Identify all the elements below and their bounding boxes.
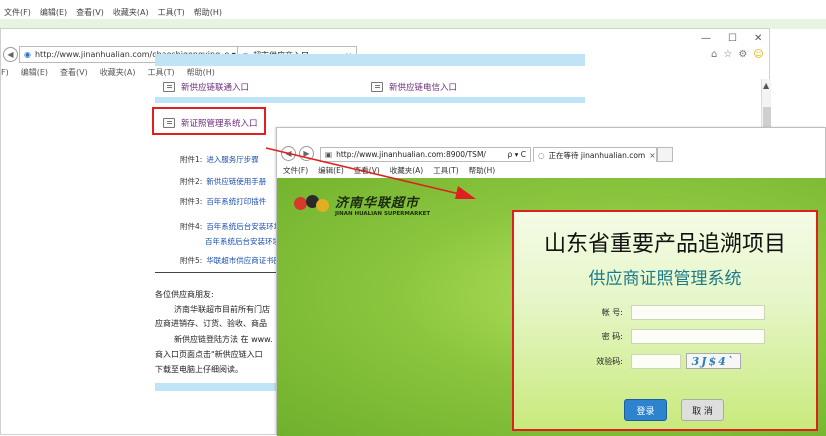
link-unicom-entry[interactable]: 新供应链联通入口 [163,81,249,93]
attachment-label: 附件5: [180,256,203,265]
scroll-up-icon[interactable]: ▲ [763,81,769,90]
login-button[interactable]: 登录 [624,399,667,421]
attachment-label: 附件1: [180,155,203,164]
notice-line: 商入口页面点击"新供应链入口 [155,350,263,359]
url-text: http://www.jinanhualian.com:8900/TSM/ [336,150,486,159]
star-icon[interactable]: ☆ [723,49,732,60]
forward-arrow-icon[interactable]: ▶ [299,146,314,161]
gear-icon[interactable]: ⚙ [738,49,747,60]
mascot-icon [292,193,330,217]
scrollbar-thumb[interactable] [763,107,771,127]
account-input[interactable] [631,305,765,320]
highlight-box-license-link [152,107,266,135]
system-subtitle: 供应商证照管理系统 [588,269,742,289]
toolbar-icons: ⌂ ☆ ⚙ ☺ [711,49,764,60]
menu-favorites[interactable]: 收藏夹(A) [113,7,149,18]
notice-greeting: 各位供应商朋友: [155,290,214,299]
attachment-row: 附件2: 新供应链使用手册 [180,176,266,187]
menu-file[interactable]: 文件(F) [4,7,31,18]
menu-view[interactable]: 查看(V) [60,67,88,78]
attachment-row: 附件1: 进入服务厅步骤 [180,154,259,165]
password-input[interactable] [631,329,765,344]
menu-file[interactable]: 文件(F) [283,165,308,176]
menu-bar: F) 编辑(E) 查看(V) 收藏夹(A) 工具(T) 帮助(H) [1,65,771,79]
browser-tab[interactable]: ◌ 正在等待 jinanhualian.com × [533,147,657,162]
back-arrow-icon[interactable]: ◀ [3,47,18,62]
menu-view[interactable]: 查看(V) [76,7,104,18]
back-arrow-icon[interactable]: ◀ [281,146,296,161]
login-panel: 山东省重要产品追溯项目 供应商证照管理系统 帐 号: 密 码: 效验码: 3J$… [512,210,818,431]
attachment-row: 附件4: 百年系统后台安装环境 [180,221,281,232]
attachment-link[interactable]: 华联超市供应商证书图 [206,255,281,266]
notice-line: 下载至电脑上仔细阅读。 [155,365,243,374]
maximize-button[interactable]: ☐ [728,33,737,44]
attachment-row: 附件5: 华联超市供应商证书图 [180,255,281,266]
attachment-link[interactable]: 百年系统后台安装环境 [206,221,281,232]
attachment-link[interactable]: 百年系统打印插件 [206,196,266,207]
new-tab-button[interactable] [657,147,673,162]
logo-chinese: 济南华联超市 [335,196,420,211]
notice-line: 济南华联超市目前所有门店 [174,305,270,314]
password-label: 密 码: [601,332,623,341]
smiley-icon[interactable]: ☺ [753,49,763,60]
menu-favorites[interactable]: 收藏夹(A) [390,165,423,176]
divider-band [155,97,585,103]
footer-band [155,383,285,391]
menu-favorites[interactable]: 收藏夹(A) [100,67,136,78]
menu-tools[interactable]: 工具(T) [158,7,185,18]
document-icon [163,82,175,92]
link-label: 新供应链联通入口 [181,83,250,93]
minimize-button[interactable]: — [701,33,711,44]
attachment-link[interactable]: 进入服务厅步骤 [206,154,259,165]
home-icon[interactable]: ⌂ [711,49,717,60]
close-window-button[interactable]: ✕ [754,33,762,44]
captcha-image[interactable]: 3J$4` [686,353,741,369]
attachment-label: 附件3: [180,197,203,206]
tab-title: 正在等待 jinanhualian.com [548,150,646,160]
account-row: 帐 号: [587,305,765,320]
address-controls[interactable]: ρ ▾ C [507,150,526,159]
menu-tools[interactable]: 工具(T) [147,67,174,78]
menu-file[interactable]: F) [1,68,9,77]
captcha-label: 效验码: [596,356,623,366]
menu-view[interactable]: 查看(V) [354,165,380,176]
cancel-button[interactable]: 取 消 [681,399,724,421]
menu-bar: 文件(F) 编辑(E) 查看(V) 收藏夹(A) 工具(T) 帮助(H) [283,165,495,176]
project-title: 山东省重要产品追溯项目 [543,232,786,257]
attachment-label: 附件2: [180,177,203,186]
logo-english: JINAN HUALIAN SUPERMARKET [335,211,431,217]
menu-help[interactable]: 帮助(H) [194,7,222,18]
attachment-label: 附件4: [180,222,203,231]
address-bar[interactable]: ▣ http://www.jinanhualian.com:8900/TSM/ … [320,147,531,162]
menu-edit[interactable]: 编辑(E) [40,7,67,18]
ie-page-icon: ◉ [24,50,31,59]
menu-tools[interactable]: 工具(T) [433,165,458,176]
menu-edit[interactable]: 编辑(E) [21,67,48,78]
loading-icon: ◌ [538,150,545,160]
notice-line: 应商进销存、订货、验收、商品 [155,319,267,328]
captcha-input[interactable] [631,353,681,369]
browser-window-login: ◀ ▶ ▣ http://www.jinanhualian.com:8900/T… [276,127,826,436]
link-label: 新供应链电信入口 [389,83,458,93]
header-band [155,54,585,66]
account-label: 帐 号: [601,308,623,317]
link-telecom-entry[interactable]: 新供应链电信入口 [371,81,457,93]
notice-line: 新供应链登陆方法 在 www. [174,335,273,344]
window-controls: — ☐ ✕ [701,33,762,44]
page-icon: ▣ [325,150,333,159]
document-icon [371,82,383,92]
attachment-row: 附件3: 百年系统打印插件 [180,196,266,207]
logo: 济南华联超市 JINAN HUALIAN SUPERMARKET [292,192,430,217]
password-row: 密 码: [587,329,765,344]
divider-line [155,272,282,273]
attachment-link[interactable]: 新供应链使用手册 [206,176,266,187]
attachment-link[interactable]: 百年系统后台安装环境 [205,236,280,247]
menu-edit[interactable]: 编辑(E) [318,165,344,176]
menu-help[interactable]: 帮助(H) [187,67,215,78]
menu-help[interactable]: 帮助(H) [469,165,496,176]
background-menu-bar: 文件(F) 编辑(E) 查看(V) 收藏夹(A) 工具(T) 帮助(H) [4,7,222,18]
captcha-row: 效验码: 3J$4` [587,353,741,369]
tab-close-icon[interactable]: × [649,151,655,160]
